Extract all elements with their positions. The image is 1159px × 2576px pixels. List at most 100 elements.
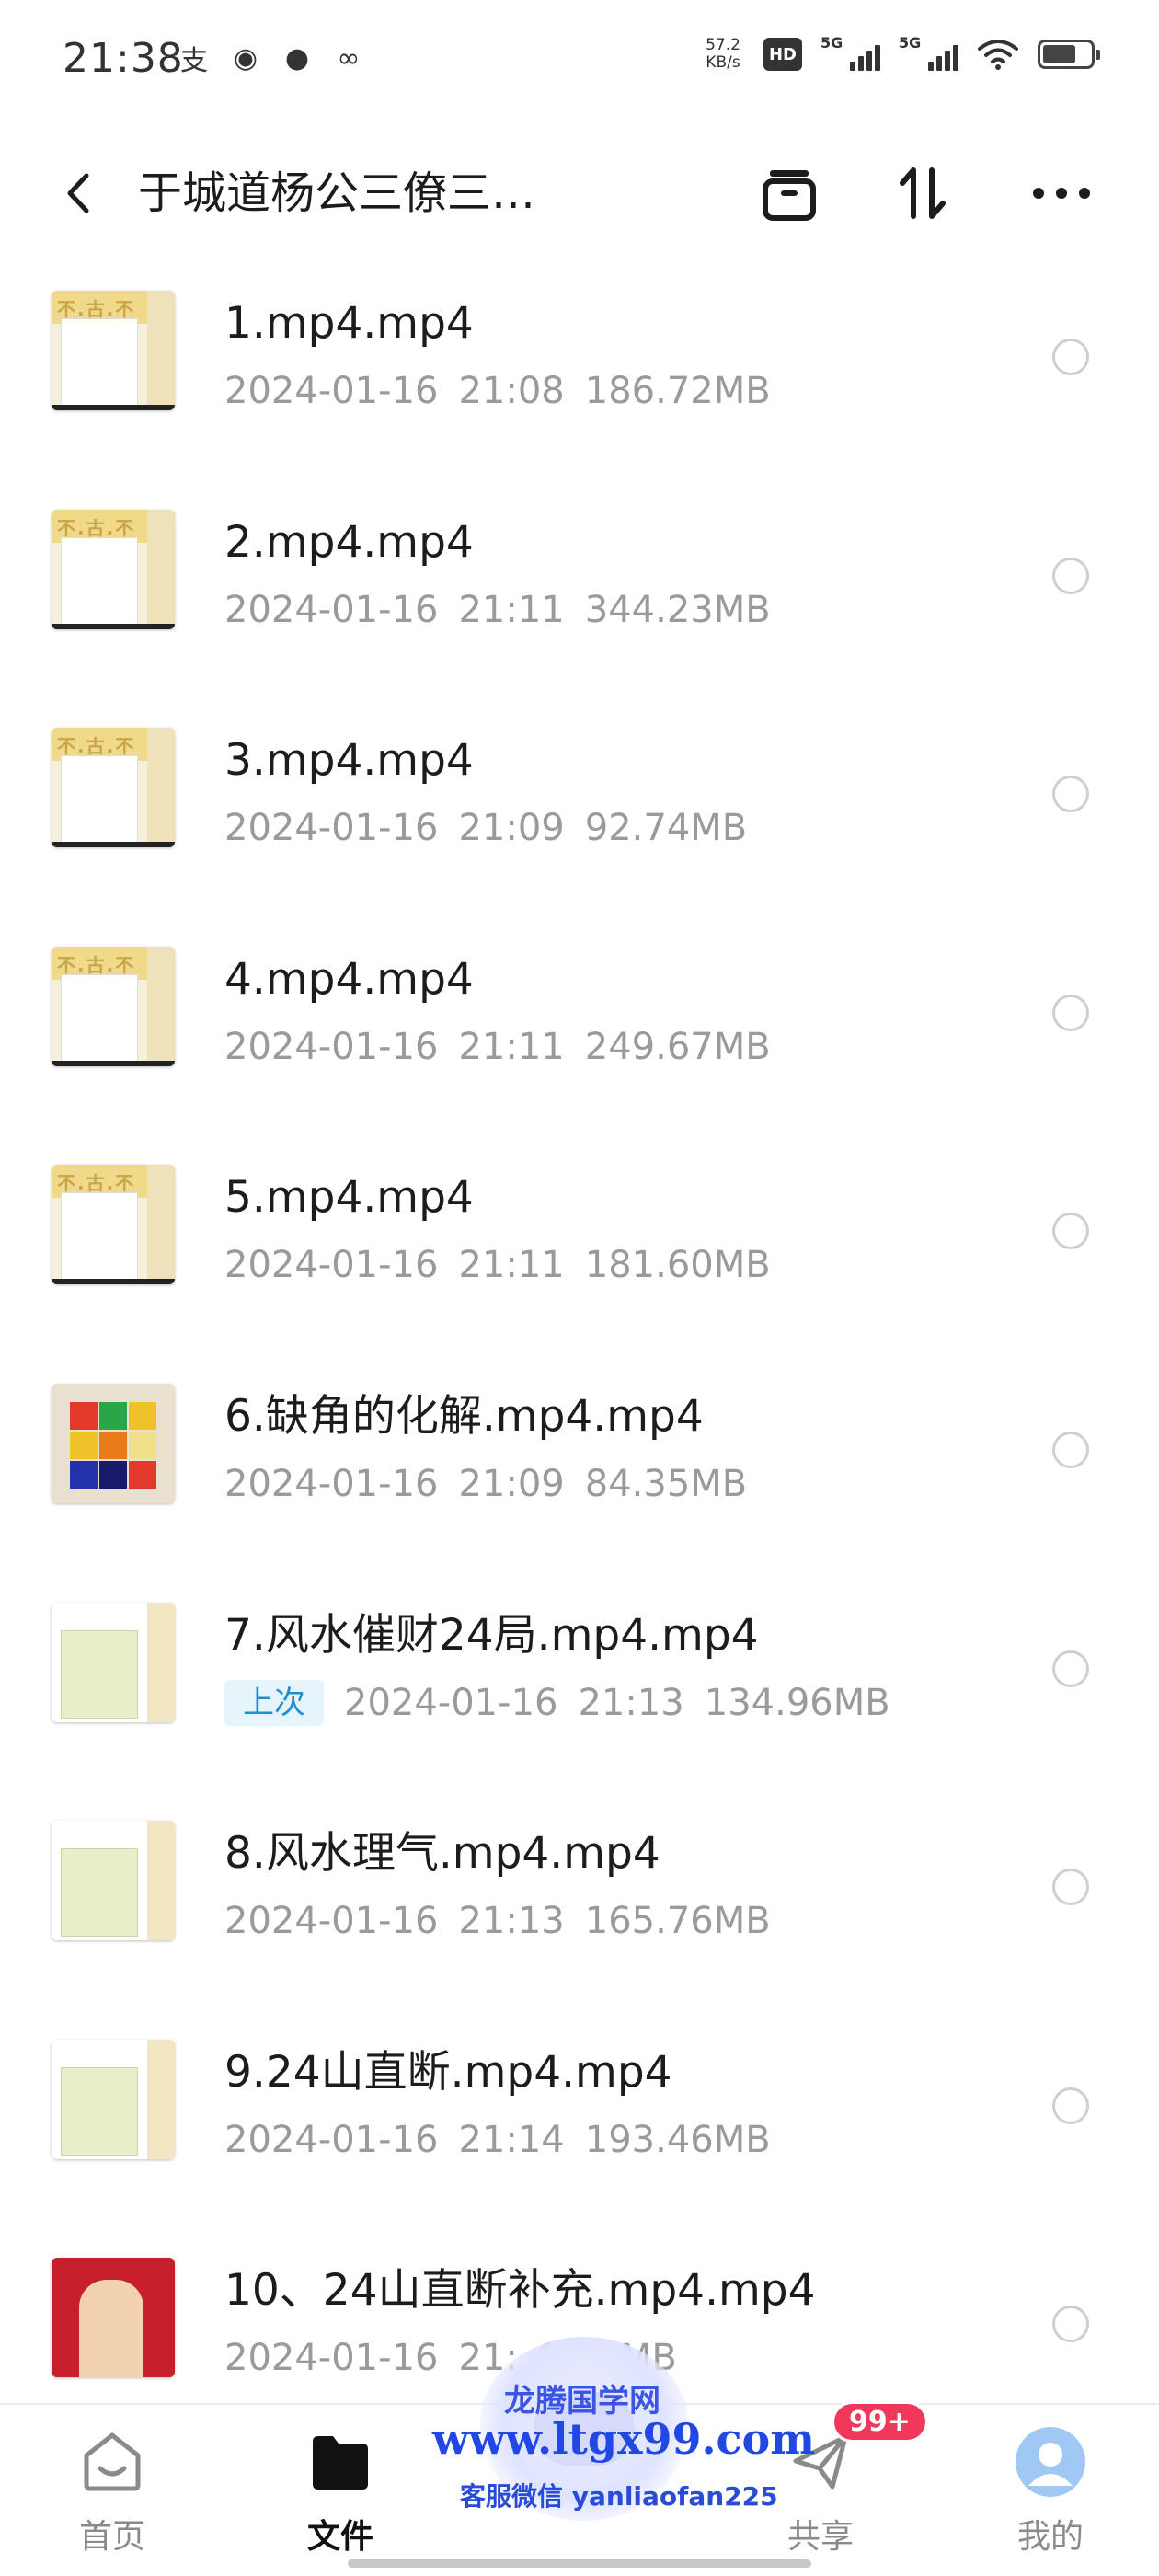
file-meta: 2024-01-16 21:08 186.72MB bbox=[224, 368, 771, 414]
select-radio[interactable] bbox=[1052, 1431, 1089, 1468]
last-played-badge: 上次 bbox=[224, 1679, 324, 1726]
archive-button[interactable] bbox=[756, 160, 822, 226]
file-time: 21:11 bbox=[458, 1025, 565, 1068]
file-time: 21:09 bbox=[458, 1462, 565, 1505]
video-thumbnail bbox=[52, 1821, 175, 1941]
file-date: 2024-01-16 bbox=[344, 1681, 558, 1724]
file-time: 21:11 bbox=[458, 588, 565, 631]
file-meta: 2024-01-16 21:11 181.60MB bbox=[224, 1242, 771, 1288]
file-meta: 2024-01-16 21:09 92.74MB bbox=[224, 805, 747, 851]
file-size: 344.23MB bbox=[584, 588, 771, 631]
video-thumbnail: 不.古.不 bbox=[52, 946, 175, 1066]
file-name: 9.24山直断.mp4.mp4 bbox=[224, 2046, 672, 2098]
network-speed: 57.2 KB/s bbox=[706, 36, 740, 72]
file-name: 6.缺角的化解.mp4.mp4 bbox=[224, 1390, 704, 1442]
hd-voice-icon: HD bbox=[763, 38, 802, 71]
file-meta: 2024-01-16 21:09 84.35MB bbox=[224, 1461, 747, 1507]
video-thumbnail bbox=[52, 1383, 175, 1503]
file-size: 134.96MB bbox=[704, 1681, 890, 1724]
video-thumbnail bbox=[52, 1602, 175, 1722]
sort-button[interactable] bbox=[890, 160, 957, 226]
nav-files[interactable]: 文件 bbox=[258, 2405, 423, 2576]
file-time: 21:09 bbox=[458, 807, 565, 850]
file-row[interactable]: 8.风水理气.mp4.mp4 2024-01-16 21:13 165.76MB bbox=[0, 1788, 1159, 2007]
file-row[interactable]: 6.缺角的化解.mp4.mp4 2024-01-16 21:09 84.35MB bbox=[0, 1351, 1159, 1570]
select-radio[interactable] bbox=[1052, 1213, 1089, 1250]
file-meta: 2024-01-16 21:14 193.46MB bbox=[224, 2117, 771, 2163]
file-row[interactable]: 9.24山直断.mp4.mp4 2024-01-16 21:14 193.46MB bbox=[0, 2007, 1159, 2225]
chevron-left-icon bbox=[67, 173, 89, 213]
file-size: 249.67MB bbox=[584, 1025, 771, 1068]
file-name: 3.mp4.mp4 bbox=[224, 735, 474, 787]
file-meta: 2024-01-16 21:13 165.76MB bbox=[224, 1898, 771, 1944]
file-date: 2024-01-16 bbox=[224, 807, 439, 850]
file-time: 21:13 bbox=[458, 1900, 565, 1943]
select-radio[interactable] bbox=[1052, 1869, 1089, 1906]
file-row[interactable]: 不.古.不 2.mp4.mp4 2024-01-16 21:11 344.23MB bbox=[0, 477, 1159, 696]
file-date: 2024-01-16 bbox=[224, 2118, 439, 2161]
battery-icon bbox=[1038, 40, 1100, 69]
video-thumbnail: 不.古.不 bbox=[52, 291, 175, 410]
status-time: 21:38 bbox=[63, 35, 184, 82]
back-button[interactable] bbox=[52, 166, 107, 221]
file-meta: 2024-01-16 21:11 344.23MB bbox=[224, 587, 771, 633]
select-radio[interactable] bbox=[1052, 339, 1089, 375]
more-button[interactable] bbox=[1028, 160, 1095, 226]
video-thumbnail: 不.古.不 bbox=[52, 728, 175, 848]
share-badge: 99+ bbox=[832, 2401, 928, 2443]
video-thumbnail bbox=[52, 2258, 175, 2378]
select-radio[interactable] bbox=[1052, 1650, 1089, 1687]
select-radio[interactable] bbox=[1052, 2087, 1089, 2124]
file-name: 4.mp4.mp4 bbox=[224, 953, 474, 1005]
avatar-icon bbox=[1014, 2425, 1087, 2499]
home-face-icon bbox=[75, 2425, 149, 2499]
nav-profile[interactable]: 我的 bbox=[968, 2405, 1133, 2576]
alipay-icon: 支 bbox=[180, 45, 208, 77]
file-date: 2024-01-16 bbox=[224, 588, 439, 631]
page-title: 于城道杨公三僚三… bbox=[138, 167, 536, 219]
file-size: 186.72MB bbox=[584, 370, 771, 412]
signal-5g-icon: 5G bbox=[820, 34, 880, 71]
signal-5g-icon-2: 5G bbox=[899, 34, 958, 71]
file-name: 5.mp4.mp4 bbox=[224, 1172, 474, 1224]
sort-arrows-icon bbox=[900, 167, 946, 219]
status-app-icons: 支 ◉ ● ∞ bbox=[177, 40, 366, 78]
file-date: 2024-01-16 bbox=[224, 370, 439, 412]
file-size: 181.60MB bbox=[584, 1244, 771, 1287]
select-radio[interactable] bbox=[1052, 776, 1089, 813]
select-radio[interactable] bbox=[1052, 557, 1089, 594]
file-size: 193.46MB bbox=[584, 2118, 771, 2161]
header: 于城道杨公三僚三… bbox=[0, 147, 1159, 239]
file-name: 8.风水理气.mp4.mp4 bbox=[224, 1828, 660, 1880]
file-date: 2024-01-16 bbox=[224, 1900, 439, 1943]
home-indicator[interactable] bbox=[348, 2559, 811, 2568]
file-meta: 上次 2024-01-16 21:13 134.96MB bbox=[224, 1679, 890, 1726]
file-time: 21:13 bbox=[578, 1681, 684, 1724]
select-radio[interactable] bbox=[1052, 994, 1089, 1031]
file-meta: 2024-01-16 21:11 249.67MB bbox=[224, 1024, 771, 1070]
nav-home[interactable]: 首页 bbox=[29, 2405, 195, 2576]
file-name: 7.风水催财24局.mp4.mp4 bbox=[224, 1609, 759, 1661]
file-row[interactable]: 不.古.不 4.mp4.mp4 2024-01-16 21:11 249.67MB bbox=[0, 914, 1159, 1133]
watermark-contact: 客服微信 yanliaofan225 bbox=[460, 2481, 778, 2512]
message-bubble-icon: ● bbox=[284, 41, 310, 75]
file-date: 2024-01-16 bbox=[224, 1244, 439, 1287]
video-thumbnail bbox=[52, 2039, 175, 2159]
file-name: 1.mp4.mp4 bbox=[224, 298, 474, 349]
file-date: 2024-01-16 bbox=[224, 1462, 439, 1505]
file-time: 21:14 bbox=[458, 2118, 565, 2161]
file-row[interactable]: 不.古.不 1.mp4.mp4 2024-01-16 21:08 186.72MB bbox=[0, 258, 1159, 477]
file-date: 2024-01-16 bbox=[224, 1025, 439, 1068]
file-list: 不.古.不 1.mp4.mp4 2024-01-16 21:08 186.72MB 不.古… bbox=[0, 258, 1159, 2444]
file-date: 2024-01-16 bbox=[224, 2337, 439, 2380]
file-size: 84.35MB bbox=[584, 1462, 748, 1505]
file-name: 2.mp4.mp4 bbox=[224, 516, 474, 568]
file-name: 10、24山直断补充.mp4.mp4 bbox=[224, 2265, 816, 2317]
file-row[interactable]: 7.风水催财24局.mp4.mp4 上次 2024-01-16 21:13 134.96… bbox=[0, 1570, 1159, 1788]
file-row[interactable]: 不.古.不 3.mp4.mp4 2024-01-16 21:09 92.74MB bbox=[0, 695, 1159, 914]
file-row[interactable]: 不.古.不 5.mp4.mp4 2024-01-16 21:11 181.60MB bbox=[0, 1132, 1159, 1351]
more-dots-icon bbox=[1033, 188, 1090, 199]
file-time: 21:11 bbox=[458, 1244, 565, 1287]
status-indicators: 57.2 KB/s HD 5G 5G bbox=[701, 34, 1100, 72]
select-radio[interactable] bbox=[1052, 2306, 1089, 2343]
